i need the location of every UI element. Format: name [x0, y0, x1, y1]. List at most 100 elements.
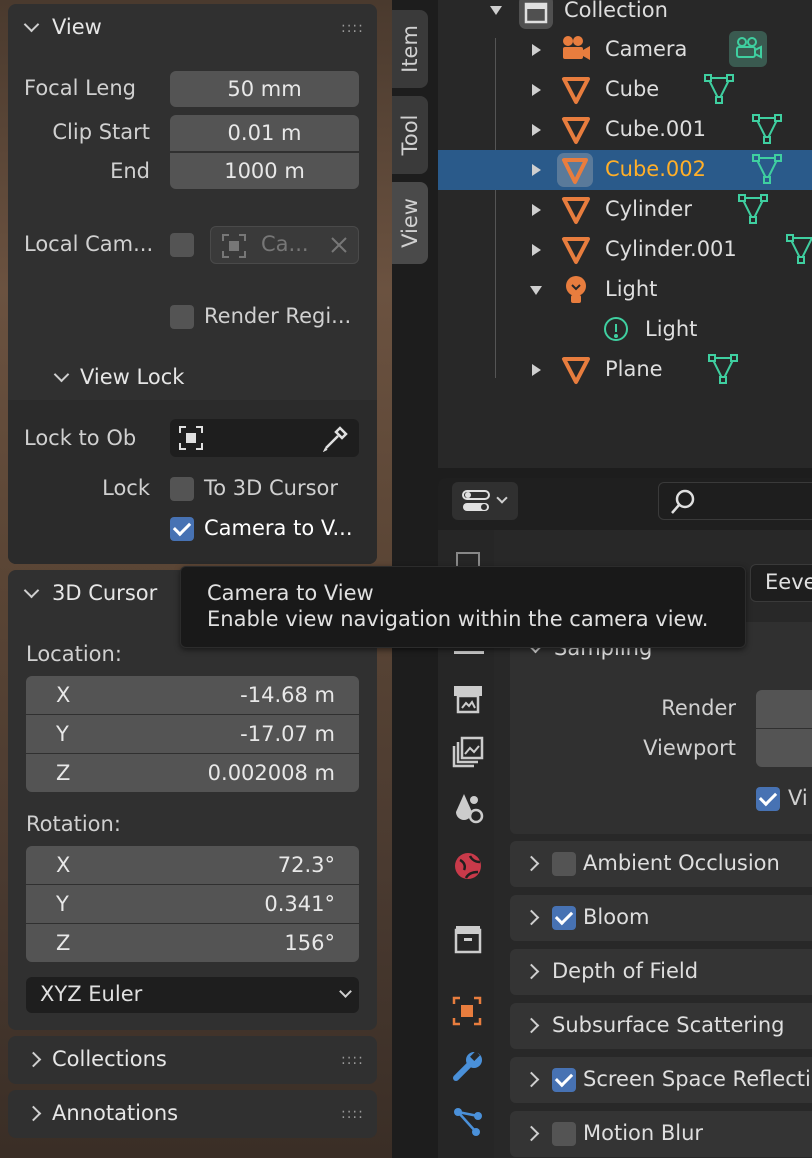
expand-triangle-icon[interactable]: [532, 204, 541, 216]
expand-triangle-icon[interactable]: [532, 124, 541, 136]
expand-triangle-icon[interactable]: [532, 84, 541, 96]
outliner-row-plane[interactable]: Plane: [438, 350, 812, 390]
expand-triangle-icon[interactable]: [532, 164, 541, 176]
outliner-row-light[interactable]: Light: [438, 270, 812, 310]
mesh-data-icon[interactable]: [786, 233, 812, 265]
rotation-z-field[interactable]: Z 156°: [26, 924, 359, 962]
outliner-row-collection[interactable]: Collection: [438, 0, 812, 30]
outliner-item-name: Camera: [605, 37, 688, 61]
mesh-data-icon[interactable]: [738, 193, 768, 225]
camera-data-icon[interactable]: [728, 30, 768, 68]
chevron-right-icon[interactable]: [523, 963, 540, 980]
mesh-object-icon: [561, 195, 591, 225]
render-engine-dropdown[interactable]: Eeve: [750, 564, 812, 602]
location-label: Location:: [26, 642, 122, 666]
clear-x-icon[interactable]: [329, 235, 349, 255]
expand-triangle-icon[interactable]: [490, 6, 502, 15]
camera-to-view-checkbox[interactable]: [170, 517, 194, 541]
mesh-data-icon[interactable]: [752, 113, 782, 145]
lock-to-object-field[interactable]: [170, 419, 359, 457]
view-panel-title[interactable]: View: [52, 15, 102, 39]
subsurface-scattering-title: Subsurface Scattering: [552, 1013, 785, 1037]
rotation-x-field[interactable]: X 72.3°: [26, 846, 359, 884]
render-samples-field[interactable]: [756, 690, 812, 728]
mesh-data-icon[interactable]: [704, 73, 734, 105]
3d-cursor-title[interactable]: 3D Cursor: [52, 581, 157, 605]
motion-blur-checkbox[interactable]: [552, 1122, 576, 1146]
drag-grip-icon[interactable]: ::::: [341, 1052, 364, 1068]
light-object-icon: [562, 274, 590, 306]
screen-space-reflections-checkbox[interactable]: [552, 1068, 576, 1092]
lock-to-3d-cursor-label[interactable]: To 3D Cursor: [204, 476, 338, 500]
tab-view[interactable]: View: [392, 182, 428, 264]
camera-to-view-label[interactable]: Camera to V...: [204, 516, 353, 540]
particles-tab-icon[interactable]: [452, 1106, 484, 1138]
mesh-data-icon[interactable]: [708, 353, 738, 385]
chevron-down-icon: [496, 492, 508, 504]
object-tab-icon[interactable]: [452, 996, 482, 1026]
outliner-row-cylinder[interactable]: Cylinder: [438, 190, 812, 230]
tool-tab-icon[interactable]: [456, 552, 480, 566]
tooltip-description: Enable view navigation within the camera…: [207, 607, 709, 631]
eyedropper-icon[interactable]: [322, 424, 350, 452]
view-lock-title[interactable]: View Lock: [80, 365, 184, 389]
world-tab-icon[interactable]: [452, 850, 484, 882]
location-z-field[interactable]: Z 0.002008 m: [26, 754, 359, 792]
annotations-title[interactable]: Annotations: [52, 1101, 178, 1125]
expand-triangle-icon[interactable]: [532, 44, 541, 56]
chevron-right-icon[interactable]: [523, 855, 540, 872]
subsurface-scattering-section[interactable]: Subsurface Scattering: [510, 1003, 812, 1049]
clip-start-label: Clip Start: [52, 120, 150, 144]
properties-search-input[interactable]: [658, 482, 812, 520]
tab-tool[interactable]: Tool: [392, 96, 428, 174]
focal-length-field[interactable]: 50 mm: [170, 71, 359, 107]
expand-triangle-icon[interactable]: [530, 286, 542, 295]
outliner-row-cylinder-001[interactable]: Cylinder.001: [438, 230, 812, 270]
chevron-right-icon[interactable]: [523, 909, 540, 926]
expand-triangle-icon[interactable]: [532, 364, 541, 376]
collection-tab-icon[interactable]: [454, 924, 482, 954]
ambient-occlusion-checkbox[interactable]: [552, 852, 576, 876]
outliner-row-camera[interactable]: Camera: [438, 30, 812, 70]
outliner-row-cube-002[interactable]: Cube.002: [438, 150, 812, 190]
local-camera-field[interactable]: Ca...: [210, 226, 359, 264]
outliner-row-light-data[interactable]: Light: [438, 310, 812, 350]
drag-grip-icon[interactable]: ::::: [341, 1106, 364, 1122]
bloom-section[interactable]: Bloom: [510, 895, 812, 941]
output-tab-icon[interactable]: [452, 684, 484, 714]
render-region-label[interactable]: Render Regi...: [204, 304, 351, 328]
drag-grip-icon[interactable]: ::::: [341, 20, 364, 36]
chevron-right-icon[interactable]: [523, 1017, 540, 1034]
local-camera-checkbox[interactable]: [170, 233, 194, 257]
clip-start-field[interactable]: 0.01 m: [170, 115, 359, 151]
scene-tab-icon[interactable]: [452, 792, 484, 826]
mesh-data-icon[interactable]: [752, 153, 782, 185]
location-y-field[interactable]: Y -17.07 m: [26, 715, 359, 753]
outliner-row-cube[interactable]: Cube: [438, 70, 812, 110]
location-x-field[interactable]: X -14.68 m: [26, 676, 359, 714]
chevron-right-icon[interactable]: [523, 1125, 540, 1142]
viewport-samples-field[interactable]: [756, 729, 812, 767]
view-layer-tab-icon[interactable]: [452, 736, 484, 768]
lock-to-3d-cursor-checkbox[interactable]: [170, 477, 194, 501]
motion-blur-section[interactable]: Motion Blur: [510, 1111, 812, 1157]
chevron-right-icon[interactable]: [523, 1071, 540, 1088]
viewport-denoising-checkbox[interactable]: [756, 787, 780, 811]
render-region-checkbox[interactable]: [170, 305, 194, 329]
bloom-checkbox[interactable]: [552, 906, 576, 930]
rotation-mode-dropdown[interactable]: XYZ Euler: [26, 977, 359, 1013]
ambient-occlusion-section[interactable]: Ambient Occlusion: [510, 841, 812, 887]
modifier-wrench-tab-icon[interactable]: [452, 1050, 484, 1082]
object-select-icon: [178, 425, 204, 451]
viewport-denoising-label[interactable]: Vi: [788, 786, 808, 810]
clip-end-field[interactable]: 1000 m: [170, 153, 359, 189]
depth-of-field-section[interactable]: Depth of Field: [510, 949, 812, 995]
mesh-object-icon: [556, 152, 594, 188]
rotation-y-field[interactable]: Y 0.341°: [26, 885, 359, 923]
outliner-row-cube-001[interactable]: Cube.001: [438, 110, 812, 150]
screen-space-reflections-section[interactable]: Screen Space Reflecti: [510, 1057, 812, 1103]
tab-item[interactable]: Item: [392, 10, 428, 88]
editor-type-button[interactable]: [452, 482, 518, 520]
collections-title[interactable]: Collections: [52, 1047, 167, 1071]
expand-triangle-icon[interactable]: [532, 244, 541, 256]
